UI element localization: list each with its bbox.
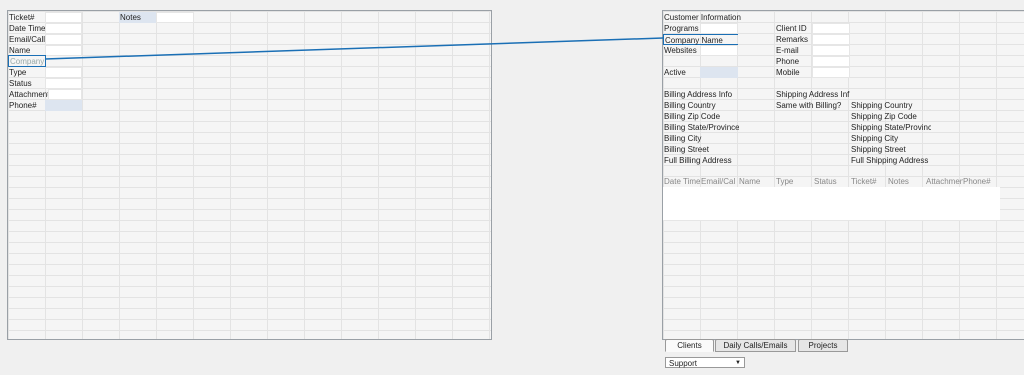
websites-label: Websites	[664, 46, 697, 55]
attachment-field[interactable]	[48, 89, 82, 100]
ticket-field[interactable]	[45, 12, 82, 23]
phone-label-right: Phone	[776, 57, 800, 66]
datetime-field[interactable]	[45, 23, 82, 34]
column-header: Name	[739, 177, 761, 186]
dropdown-value: Support	[669, 359, 698, 368]
column-header: Type	[776, 177, 794, 186]
column-header: Date Time	[664, 177, 701, 186]
same-with-billing-label: Same with Billing?	[776, 101, 842, 110]
shipping-street-label: Shipping Street	[851, 145, 906, 154]
emailcall-label: Email/Call	[9, 35, 46, 44]
tab-projects[interactable]: Projects	[798, 339, 848, 352]
mobile-field[interactable]	[812, 67, 850, 78]
phone-field[interactable]	[45, 100, 82, 111]
tab-daily-calls-emails[interactable]: Daily Calls/Emails	[715, 339, 796, 352]
phone-label: Phone#	[9, 101, 37, 110]
billing-state-label: Billing State/Province	[664, 123, 739, 132]
column-header: Phone#	[963, 177, 991, 186]
email-field[interactable]	[812, 45, 850, 56]
category-dropdown[interactable]: Support ▼	[665, 357, 745, 368]
customer-info-title: Customer Information	[664, 13, 741, 22]
email-label: E-mail	[776, 46, 799, 55]
billing-street-label: Billing Street	[664, 145, 709, 154]
active-field[interactable]	[700, 67, 738, 78]
datetime-label: Date Time	[9, 24, 46, 33]
attachment-label: Attachment	[9, 90, 49, 99]
company-name-label[interactable]: Company Name	[663, 34, 738, 45]
dropdown-arrow-icon: ▼	[735, 360, 741, 366]
table-row[interactable]	[663, 209, 1000, 221]
websites-field[interactable]	[700, 45, 738, 56]
programs-field[interactable]	[700, 23, 738, 34]
name-field[interactable]	[45, 45, 82, 56]
type-label: Type	[9, 68, 27, 77]
column-header: Notes	[888, 177, 909, 186]
full-billing-label: Full Billing Address	[664, 156, 732, 165]
client-id-field[interactable]	[812, 23, 850, 34]
notes-label: Notes	[119, 12, 157, 23]
shipping-city-label: Shipping City	[851, 134, 899, 143]
status-field[interactable]	[45, 78, 82, 89]
column-header: Email/Cal	[701, 177, 736, 186]
shipping-header: Shipping Address Inf	[776, 90, 850, 99]
shipping-country-label: Shipping Country	[851, 101, 913, 110]
shipping-zip-label: Shipping Zip Code	[851, 112, 917, 121]
mobile-label: Mobile	[776, 68, 800, 77]
billing-zip-label: Billing Zip Code	[664, 112, 721, 121]
billing-city-label: Billing City	[664, 134, 702, 143]
billing-header: Billing Address Info	[664, 90, 733, 99]
remarks-label: Remarks	[776, 35, 809, 44]
column-header: Attachmen	[926, 177, 963, 186]
emailcall-field[interactable]	[45, 34, 82, 45]
type-field[interactable]	[45, 67, 82, 78]
notes-field[interactable]	[156, 12, 194, 23]
phone-field-right[interactable]	[812, 56, 850, 67]
customer-info-sheet: Customer Information Programs Client ID …	[662, 10, 1024, 340]
programs-label: Programs	[664, 24, 699, 33]
company-field-selected[interactable]: Company	[8, 55, 46, 67]
status-label: Status	[9, 79, 32, 88]
column-header: Ticket#	[851, 177, 877, 186]
left-form-sheet: Ticket# Notes Date Time Email/Call Name …	[7, 10, 492, 340]
column-header: Status	[814, 177, 837, 186]
billing-country-label: Billing Country	[664, 101, 716, 110]
client-id-label: Client ID	[776, 24, 807, 33]
ticket-label: Ticket#	[9, 13, 35, 22]
full-shipping-label: Full Shipping Address	[851, 156, 929, 165]
remarks-field[interactable]	[812, 34, 850, 45]
tab-clients[interactable]: Clients	[665, 339, 714, 352]
shipping-state-label: Shipping State/Province	[851, 123, 931, 132]
active-label: Active	[664, 68, 686, 77]
